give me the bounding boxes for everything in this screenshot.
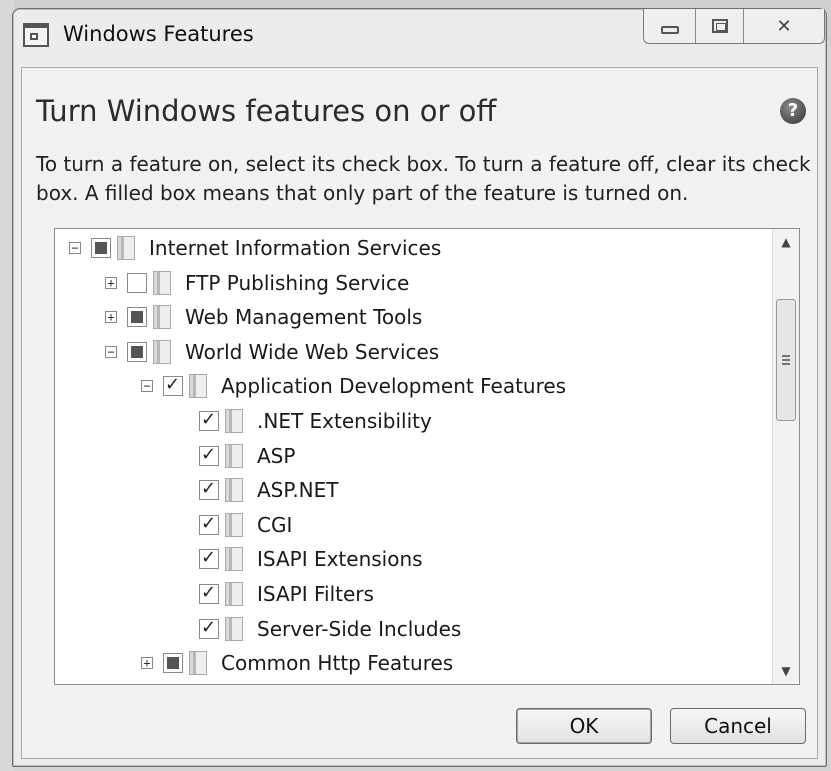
tree-item-label: FTP Publishing Service bbox=[185, 270, 410, 295]
ok-button[interactable]: OK bbox=[516, 708, 652, 744]
close-button[interactable]: ✕ bbox=[744, 9, 824, 43]
maximize-icon bbox=[711, 19, 728, 33]
tree-item[interactable]: Server-Side Includes bbox=[177, 612, 461, 646]
tree-item-label: CGI bbox=[257, 512, 293, 537]
expand-icon[interactable]: + bbox=[105, 276, 117, 289]
feature-checkbox[interactable] bbox=[199, 513, 219, 535]
feature-checkbox[interactable] bbox=[127, 341, 147, 362]
tree-item[interactable]: ISAPI Extensions bbox=[177, 542, 423, 576]
folder-icon bbox=[225, 443, 243, 468]
collapse-icon[interactable]: − bbox=[105, 345, 117, 358]
minimize-button[interactable] bbox=[644, 9, 696, 43]
folder-icon bbox=[153, 270, 171, 295]
tree-item[interactable]: + Web Management Tools bbox=[105, 300, 422, 334]
title-bar[interactable]: Windows Features ✕ bbox=[13, 9, 826, 67]
close-icon: ✕ bbox=[776, 15, 792, 37]
maximize-button[interactable] bbox=[696, 9, 744, 43]
feature-checkbox[interactable] bbox=[199, 409, 219, 431]
feature-checkbox[interactable] bbox=[127, 272, 147, 293]
expand-icon[interactable]: + bbox=[141, 657, 153, 670]
folder-icon bbox=[225, 478, 243, 503]
tree-item-label: Application Development Features bbox=[221, 374, 567, 399]
tree-item[interactable]: − World Wide Web Services bbox=[105, 335, 439, 369]
feature-checkbox[interactable] bbox=[199, 547, 219, 570]
features-tree: − Internet Information Services + FTP Publi… bbox=[54, 228, 800, 685]
folder-icon bbox=[225, 616, 243, 641]
folder-icon bbox=[225, 512, 243, 537]
feature-checkbox[interactable] bbox=[163, 653, 183, 674]
instructions-text: To turn a feature on, select its check b… bbox=[36, 152, 811, 205]
tree-item-label: Internet Information Services bbox=[149, 236, 442, 260]
window-title: Windows Features bbox=[63, 22, 254, 46]
tree-item[interactable]: ASP bbox=[177, 439, 295, 473]
help-icon[interactable]: ? bbox=[780, 98, 806, 124]
tree-item[interactable]: ISAPI Filters bbox=[177, 577, 374, 611]
tree-item[interactable]: .NET Extensibility bbox=[177, 404, 432, 438]
tree-item[interactable]: − Application Development Features bbox=[141, 369, 566, 403]
folder-icon bbox=[225, 582, 243, 606]
collapse-icon[interactable]: − bbox=[141, 380, 153, 393]
scroll-up-icon[interactable]: ▲ bbox=[773, 229, 799, 255]
tree-item-label: ISAPI Filters bbox=[257, 582, 374, 606]
tree-item[interactable]: + FTP Publishing Service bbox=[105, 266, 409, 300]
cancel-button[interactable]: Cancel bbox=[670, 708, 806, 744]
tree-item-label: ASP.NET bbox=[257, 478, 339, 503]
folder-icon bbox=[225, 409, 243, 433]
folder-icon bbox=[189, 651, 207, 676]
tree-item-label: .NET Extensibility bbox=[257, 409, 432, 433]
folder-icon bbox=[153, 339, 171, 364]
vertical-scrollbar[interactable]: ▲ ▼ bbox=[772, 229, 799, 684]
tree-item[interactable]: ASP.NET bbox=[177, 473, 339, 507]
folder-icon bbox=[153, 305, 171, 330]
tree-item-label: ASP bbox=[257, 443, 296, 468]
folder-icon bbox=[189, 374, 207, 399]
folder-icon bbox=[225, 547, 243, 572]
caption-buttons: ✕ bbox=[643, 9, 825, 44]
tree-item[interactable]: − Internet Information Services bbox=[69, 231, 441, 265]
feature-checkbox[interactable] bbox=[199, 478, 219, 501]
tree-item-label: Server-Side Includes bbox=[257, 616, 462, 641]
feature-checkbox[interactable] bbox=[91, 238, 111, 258]
minimize-icon bbox=[660, 26, 679, 34]
tree-item[interactable]: CGI bbox=[177, 508, 292, 542]
dialog-content: Turn Windows features on or off ? To tur… bbox=[21, 67, 818, 759]
feature-checkbox[interactable] bbox=[127, 307, 147, 328]
feature-checkbox[interactable] bbox=[163, 374, 183, 397]
tree-item-label: World Wide Web Services bbox=[185, 339, 440, 364]
page-title: Turn Windows features on or off bbox=[36, 94, 497, 128]
folder-icon bbox=[117, 236, 135, 260]
tree-item-label: Common Http Features bbox=[221, 651, 454, 676]
tree-item-label: ISAPI Extensions bbox=[257, 547, 423, 572]
tree-item-label: Web Management Tools bbox=[185, 305, 423, 330]
feature-checkbox[interactable] bbox=[199, 617, 219, 639]
feature-checkbox[interactable] bbox=[199, 444, 219, 466]
window-icon bbox=[23, 23, 49, 47]
expand-icon[interactable]: + bbox=[105, 311, 117, 324]
scroll-down-icon[interactable]: ▼ bbox=[773, 658, 799, 684]
scroll-thumb[interactable] bbox=[776, 299, 796, 421]
tree-item[interactable]: + Common Http Features bbox=[141, 646, 453, 680]
grip-icon bbox=[782, 355, 790, 365]
feature-checkbox[interactable] bbox=[199, 582, 219, 604]
collapse-icon[interactable]: − bbox=[69, 242, 81, 254]
windows-features-dialog: Windows Features ✕ Turn Windows features… bbox=[12, 8, 827, 767]
